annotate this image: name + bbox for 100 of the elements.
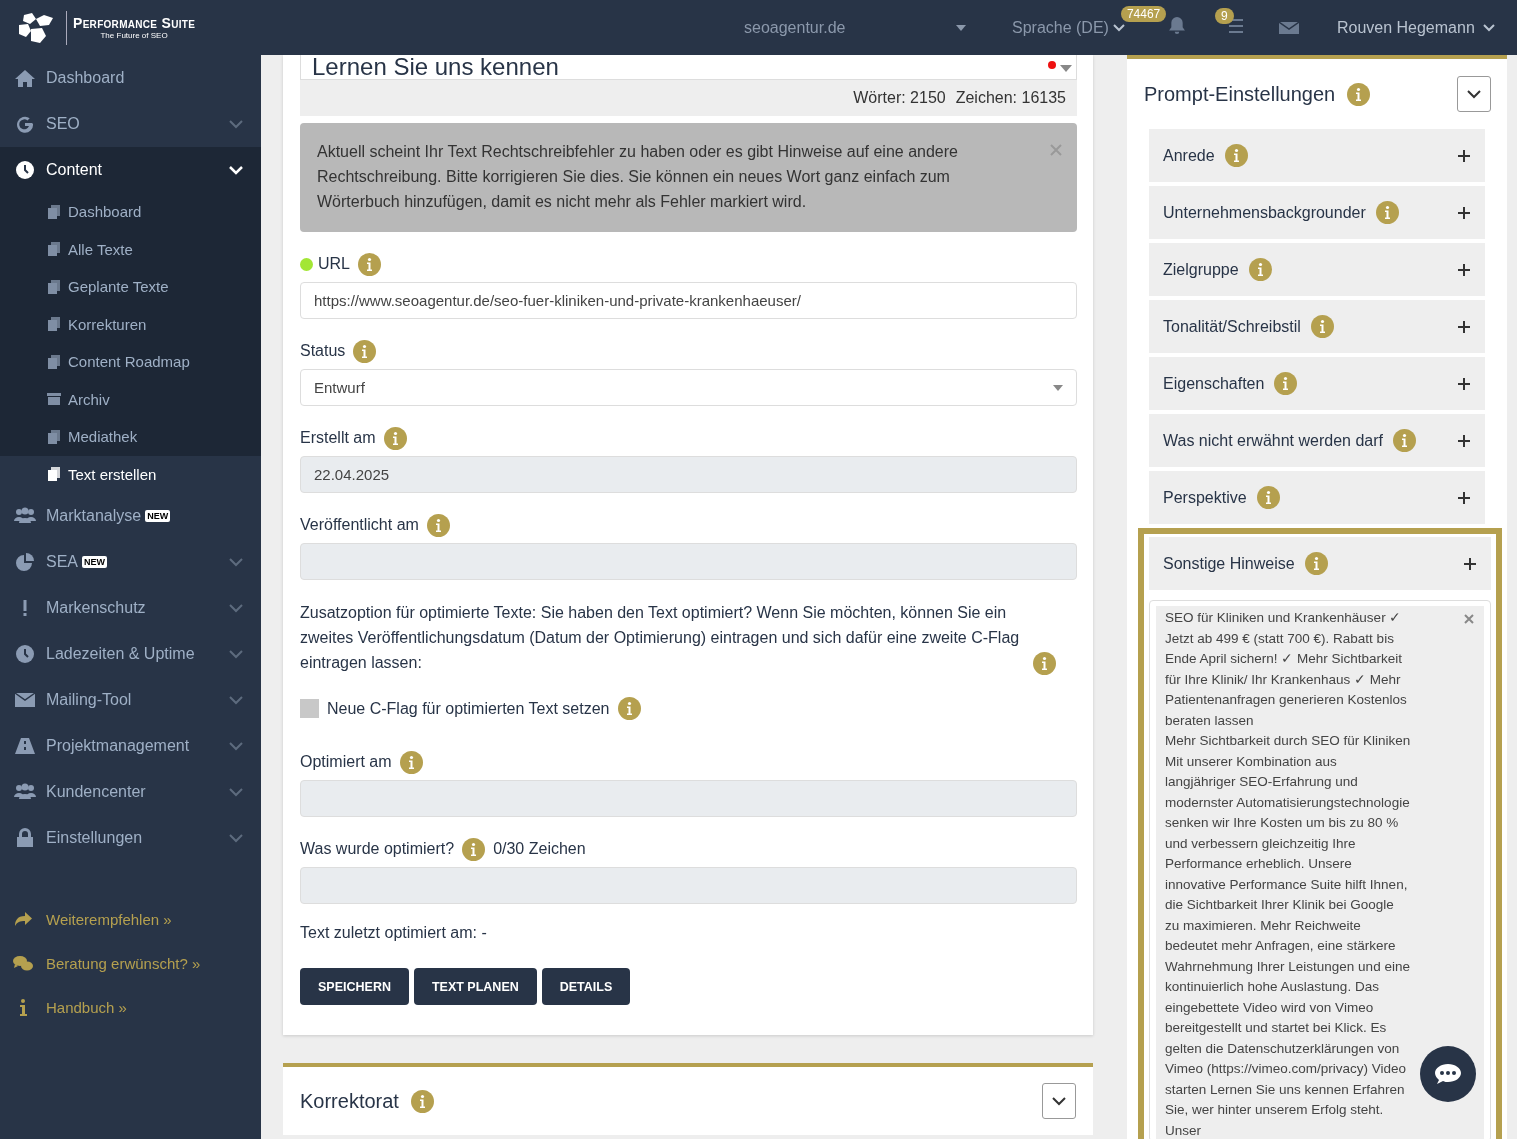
info-icon[interactable] — [1392, 429, 1416, 452]
info-icon[interactable] — [426, 513, 450, 537]
accordion-header[interactable]: Eigenschaften — [1149, 357, 1485, 410]
chevron-icon — [229, 787, 243, 797]
nav-item[interactable]: Ladezeiten & Uptime — [0, 631, 261, 677]
date-field[interactable] — [300, 780, 1077, 817]
url-field[interactable]: https://www.seoagentur.de/seo-fuer-kliniken-und-private-krankenhaeuser/ — [300, 282, 1077, 319]
nav-subitem[interactable]: Mediathek — [0, 418, 261, 456]
nav-subitem[interactable]: Content Roadmap — [0, 343, 261, 381]
chevron-icon — [229, 119, 243, 129]
collapse-button[interactable] — [1457, 76, 1491, 112]
nav-item[interactable]: Marktanalyse NEW — [0, 493, 261, 539]
nav-subitem[interactable]: Archiv — [0, 380, 261, 418]
nav-item[interactable]: SEO — [0, 101, 261, 147]
nav-item[interactable]: SEA NEW — [0, 539, 261, 585]
clock-icon — [14, 644, 36, 664]
mail-icon — [14, 690, 36, 710]
copy-icon — [46, 316, 62, 333]
info-icon[interactable] — [410, 1089, 434, 1113]
field-label: Optimiert am — [300, 753, 392, 771]
info-icon[interactable] — [353, 339, 377, 363]
info-icon[interactable] — [462, 837, 486, 861]
chevron-icon — [229, 165, 243, 175]
field-label: URL — [318, 255, 350, 273]
info-icon[interactable] — [358, 252, 381, 276]
action-button[interactable]: DETAILS — [541, 968, 631, 1005]
info-icon[interactable] — [1248, 258, 1272, 281]
home-icon — [14, 68, 36, 88]
date-field[interactable] — [300, 543, 1077, 580]
checkbox[interactable] — [300, 699, 319, 718]
nav-subitem[interactable]: Dashboard — [0, 193, 261, 231]
nav-subitem[interactable]: Alle Texte — [0, 230, 261, 268]
accordion-header[interactable]: Sonstige Hinweise — [1149, 537, 1491, 590]
nav-subitem[interactable]: Text erstellen — [0, 455, 261, 493]
info-icon[interactable] — [1375, 201, 1399, 224]
info-icon[interactable] — [1274, 372, 1298, 395]
nav-subitem[interactable]: Geplante Texte — [0, 268, 261, 306]
chevron-icon — [229, 833, 243, 843]
copy-icon — [46, 466, 62, 483]
action-button[interactable]: TEXT PLANEN — [413, 968, 537, 1005]
close-icon[interactable] — [1464, 614, 1474, 624]
date-field[interactable]: 22.04.2025 — [300, 456, 1077, 493]
plus-icon — [1457, 376, 1471, 391]
char-counter: 0/30 Zeichen — [493, 840, 586, 858]
pie-icon — [14, 552, 36, 572]
plus-icon — [1457, 319, 1471, 334]
sidebar-link[interactable]: Weiterempfehlen » — [0, 897, 261, 941]
users-icon — [14, 506, 36, 526]
caret-icon — [1053, 384, 1063, 391]
info-icon[interactable] — [1033, 652, 1056, 675]
info-icon[interactable] — [1347, 82, 1371, 106]
nav-item[interactable]: Projektmanagement — [0, 723, 261, 769]
brand-title: Performance Suite — [73, 15, 196, 31]
option-note: Zusatzoption für optimierte Texte: Sie haben den Text optimiert? Wenn Sie möchten, können Sie ein zweites Veröffentlichungsdatum (Datum der Optimierung) eintragen und sich dafür eine zweite C-Flag eintragen lassen: — [300, 603, 1021, 673]
sidebar-link[interactable]: Handbuch » — [0, 985, 261, 1029]
status-select[interactable]: Entwurf — [300, 369, 1077, 406]
accordion-header[interactable]: Unternehmensbackgrounder — [1149, 186, 1485, 239]
nav-item[interactable]: Content — [0, 147, 261, 193]
mail-icon[interactable] — [1278, 19, 1299, 36]
nav-item[interactable]: Markenschutz — [0, 585, 261, 631]
project-dropdown[interactable]: seoagentur.de — [744, 18, 966, 37]
collapse-button[interactable] — [1042, 1083, 1076, 1119]
copy-icon — [46, 428, 62, 445]
archive-icon — [46, 391, 62, 408]
info-icon[interactable] — [1310, 315, 1334, 338]
nav-item[interactable]: Dashboard — [0, 55, 261, 101]
chevron-icon — [1467, 89, 1481, 99]
g-icon — [14, 114, 36, 134]
text-field[interactable] — [300, 867, 1077, 904]
accordion-header[interactable]: Perspektive — [1149, 471, 1485, 524]
bell-icon[interactable] — [1168, 17, 1185, 34]
info-icon[interactable] — [399, 750, 423, 774]
sidebar-link[interactable]: Beratung erwünscht? » — [0, 941, 261, 985]
accordion-header[interactable]: Tonalität/Schreibstil — [1149, 300, 1485, 353]
nav-item[interactable]: Einstellungen — [0, 815, 261, 861]
info-icon[interactable] — [1256, 486, 1280, 509]
plus-icon — [1457, 148, 1471, 163]
info-icon[interactable] — [1224, 144, 1248, 167]
copy-icon — [46, 241, 62, 258]
prompt-text: SEO für Kliniken und Krankenhäuser ✓ Jetzt ab 499 € (statt 700 €). Rabatt bis Ende April sichern! ✓ Mehr Sichtbarkeit für Ihre Klinik/ Ihr Krankenhaus ✓ Mehr Patientenanfragen generieren Kostenlos beraten lassen Mehr Sichtbarkeit durch SEO für Kliniken Mit unserer Kombination aus langjähriger SEO-Erfahrung und modernster Automatisierungstechnologie senken wir Ihre Kosten um bis zu 80 % und verbessern gleichzeitig Ihre Performance erheblich. Unsere innovative Performance Suite hilft Ihnen, die Sichtbarkeit Ihrer Klinik bei Google zu maximieren. Mehr Reichweite bedeutet mehr Anfragen, eine stärkere Wahrnehmung Ihrer Leistungen und eine kontinuierlich hohe Auslastung. Das eingebettete Video wird von Vimeo bereitgestellt und startet bei Klick. Es gelten die Datenschutzerklärungen von Vimeo (https://vimeo.com/privacy) Video starten Lernen Sie uns kennen Erfahren Sie, wer hinter unserem Erfolg steht. Unser — [1165, 609, 1411, 1139]
close-icon[interactable] — [1050, 144, 1062, 156]
nav-item[interactable]: Mailing-Tool — [0, 677, 261, 723]
field-label: Veröffentlicht am — [300, 516, 419, 534]
char-count: Zeichen: 16135 — [955, 89, 1066, 107]
accordion-header[interactable]: Zielgruppe — [1149, 243, 1485, 296]
accordion-header[interactable]: Anrede — [1149, 129, 1485, 182]
chevron-icon — [229, 695, 243, 705]
user-menu[interactable]: Rouven Hegemann — [1336, 18, 1495, 37]
nav-subitem[interactable]: Korrekturen — [0, 305, 261, 343]
chat-icon — [12, 953, 34, 973]
accordion-header[interactable]: Was nicht erwähnt werden darf — [1149, 414, 1485, 467]
chevron-icon — [229, 603, 243, 613]
info-icon[interactable] — [1304, 552, 1328, 575]
action-button[interactable]: SPEICHERN — [300, 968, 409, 1005]
info-icon[interactable] — [383, 426, 407, 450]
caret-icon — [1060, 65, 1072, 72]
info-icon[interactable] — [617, 697, 641, 720]
text-area[interactable] — [1149, 600, 1491, 1139]
chevron-icon — [1112, 23, 1125, 32]
nav-item[interactable]: Kundencenter — [0, 769, 261, 815]
